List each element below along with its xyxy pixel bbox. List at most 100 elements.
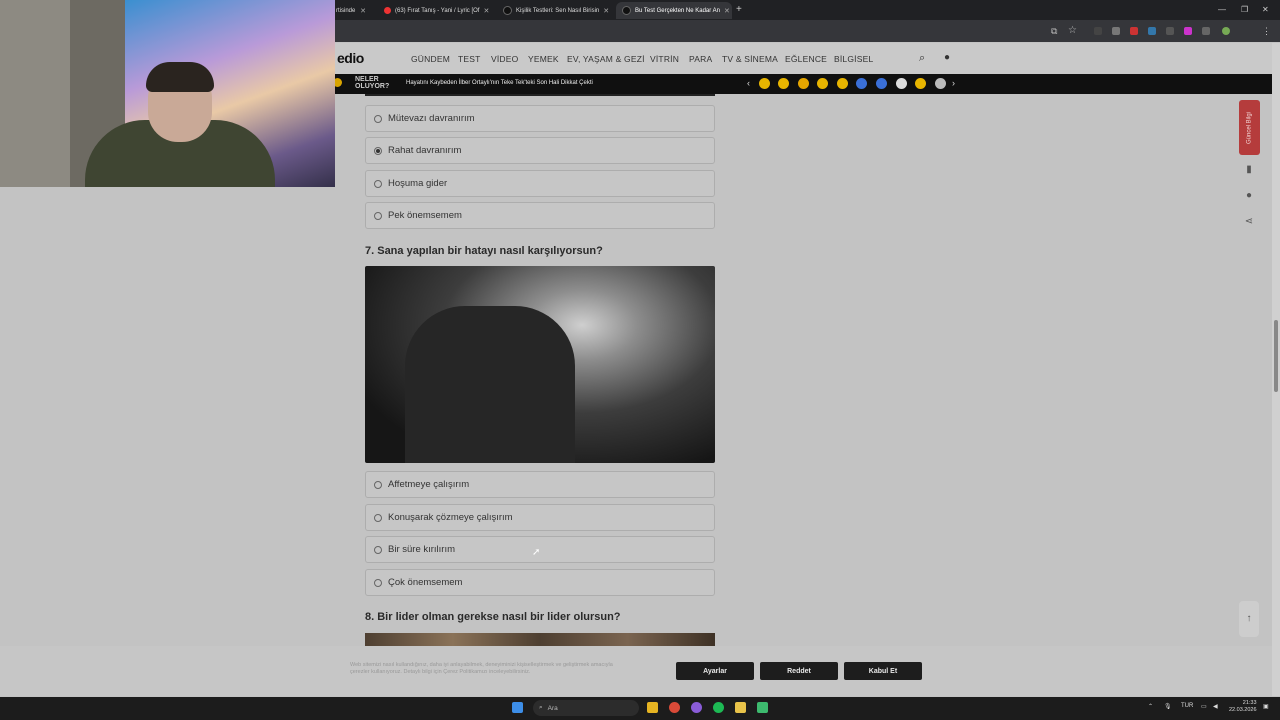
radio-button-checked[interactable] [374, 146, 382, 155]
bookmark-icon[interactable]: ▮ [1243, 164, 1255, 176]
answer-option[interactable]: Mütevazı davranırım [365, 105, 715, 132]
cookie-settings-button[interactable]: Ayarlar [676, 662, 754, 680]
maximize-icon[interactable]: ❐ [1241, 5, 1248, 14]
extension-icon[interactable] [1148, 27, 1156, 35]
taskbar-search-label: Ara [547, 704, 558, 712]
language-indicator[interactable]: TUR [1181, 703, 1193, 709]
emoji-reaction-icon[interactable] [935, 78, 946, 89]
emoji-reaction-icon[interactable] [817, 78, 828, 89]
chevron-up-icon[interactable]: ⌃ [1148, 703, 1153, 710]
network-icon[interactable]: ▭ [1201, 703, 1207, 710]
ticker-label-line: OLUYOR? [355, 83, 390, 90]
site-logo[interactable]: edio [337, 50, 364, 66]
radio-button[interactable] [374, 114, 382, 123]
radio-button[interactable] [374, 480, 382, 489]
answer-option[interactable]: Pek önemsemem [365, 202, 715, 229]
answer-option[interactable]: Konuşarak çözmeye çalışırım [365, 504, 715, 531]
app-icon[interactable] [757, 702, 768, 713]
nav-item-bilgisel[interactable]: BİLGİSEL [834, 54, 873, 64]
radio-button[interactable] [374, 513, 382, 522]
scrollbar-thumb[interactable] [1274, 320, 1278, 392]
bookmark-star-icon[interactable]: ☆ [1068, 25, 1077, 36]
guncel-bilgi-button[interactable]: Güncel Bilgi [1239, 100, 1260, 155]
answer-label: Hoşuma gider [388, 178, 448, 189]
nav-item-eglence[interactable]: EĞLENCE [785, 54, 827, 64]
answer-label: Rahat davranırım [388, 145, 462, 156]
chevron-right-icon[interactable]: › [952, 78, 955, 88]
answer-option[interactable]: Hoşuma gider [365, 170, 715, 197]
emoji-reaction-icon[interactable] [778, 78, 789, 89]
volume-icon[interactable]: ◀ [1213, 703, 1218, 710]
answer-label: Mütevazı davranırım [388, 113, 475, 124]
cookie-text-line: Web sitemizi nasıl kullandığınız, daha i… [350, 662, 613, 668]
radio-button[interactable] [374, 545, 382, 554]
close-icon[interactable]: ✕ [603, 7, 609, 15]
app-icon[interactable] [735, 702, 746, 713]
youtube-icon [384, 7, 391, 14]
emoji-reaction-icon[interactable] [798, 78, 809, 89]
nav-item-ev-yasam-gezi[interactable]: EV, YAŞAM & GEZİ [567, 54, 645, 64]
cookie-reject-button[interactable]: Reddet [760, 662, 838, 680]
microphone-icon[interactable]: 🎙 [1164, 703, 1172, 710]
file-explorer-icon[interactable] [647, 702, 658, 713]
user-icon[interactable]: ● [944, 52, 950, 63]
close-icon[interactable]: ✕ [724, 7, 730, 15]
windows-start-icon[interactable] [512, 702, 523, 713]
emoji-reaction-icon[interactable] [876, 78, 887, 89]
spotify-icon[interactable] [713, 702, 724, 713]
taskbar-search[interactable]: ⌕ Ara [533, 700, 639, 716]
chrome-icon[interactable] [669, 702, 680, 713]
nav-item-video[interactable]: VİDEO [491, 54, 518, 64]
close-icon[interactable]: ✕ [360, 7, 366, 15]
emoji-reaction-icon[interactable] [837, 78, 848, 89]
question-image-edge [365, 94, 715, 96]
nav-item-vitrin[interactable]: VİTRİN [650, 54, 679, 64]
obs-icon[interactable] [691, 702, 702, 713]
guncel-bilgi-label: Güncel Bilgi [1246, 111, 1253, 144]
browser-tab[interactable]: rtisinde ✕ [330, 2, 372, 19]
clock[interactable]: 21:33 22.03.2026 [1229, 700, 1257, 714]
browser-tab[interactable]: (63) Fırat Tanış - Yani / Lyric [Of ✕ [378, 2, 493, 19]
close-icon[interactable]: ✕ [483, 7, 489, 15]
browser-tab-active[interactable]: Bu Test Gerçekten Ne Kadar An ✕ [616, 2, 732, 19]
ticker-headline[interactable]: Hayatını Kaybeden İlber Ortaylı'nın Teke… [406, 80, 593, 86]
site-favicon-icon [503, 6, 512, 15]
nav-item-para[interactable]: PARA [689, 54, 712, 64]
answer-option[interactable]: Affetmeye çalışırım [365, 471, 715, 498]
emoji-reaction-icon[interactable] [759, 78, 770, 89]
webcam-wall [0, 0, 70, 187]
scroll-to-top-button[interactable]: ↑ [1239, 601, 1259, 637]
close-window-icon[interactable]: ✕ [1262, 5, 1269, 14]
extensions-puzzle-icon[interactable] [1202, 27, 1210, 35]
cookie-accept-button[interactable]: Kabul Et [844, 662, 922, 680]
new-tab-button[interactable]: + [736, 4, 742, 15]
browser-tab[interactable]: Kişilik Testleri: Sen Nasıl Birisin ✕ [497, 2, 612, 19]
menu-dots-icon[interactable]: ⋮ [1262, 26, 1271, 37]
comment-icon[interactable]: ● [1243, 190, 1255, 202]
nav-item-tv-sinema[interactable]: TV & SİNEMA [722, 54, 778, 64]
extension-icon[interactable] [1130, 27, 1138, 35]
extension-icon[interactable] [1094, 27, 1102, 35]
cookie-text-line: çerezler kullanıyoruz. Detaylı bilgi içi… [350, 669, 531, 675]
emoji-reaction-icon[interactable] [856, 78, 867, 89]
radio-button[interactable] [374, 211, 382, 220]
emoji-reaction-icon[interactable] [896, 78, 907, 89]
answer-option-selected[interactable]: Rahat davranırım [365, 137, 715, 164]
extension-icon[interactable] [1166, 27, 1174, 35]
extension-icon[interactable] [1112, 27, 1120, 35]
notification-icon[interactable]: ▣ [1263, 703, 1269, 710]
radio-button[interactable] [374, 179, 382, 188]
nav-item-test[interactable]: TEST [458, 54, 481, 64]
chevron-left-icon[interactable]: ‹ [747, 78, 750, 88]
nav-item-yemek[interactable]: YEMEK [528, 54, 559, 64]
share-icon[interactable]: ⋖ [1243, 216, 1255, 228]
install-icon[interactable]: ⧉ [1051, 26, 1057, 37]
minimize-icon[interactable]: — [1218, 5, 1226, 14]
extension-icon[interactable] [1184, 27, 1192, 35]
search-icon[interactable]: ⌕ [919, 52, 925, 65]
radio-button[interactable] [374, 578, 382, 587]
emoji-reaction-icon[interactable] [915, 78, 926, 89]
nav-item-gundem[interactable]: GÜNDEM [411, 54, 450, 64]
answer-option[interactable]: Çok önemsemem [365, 569, 715, 596]
profile-avatar-icon[interactable] [1222, 27, 1230, 35]
